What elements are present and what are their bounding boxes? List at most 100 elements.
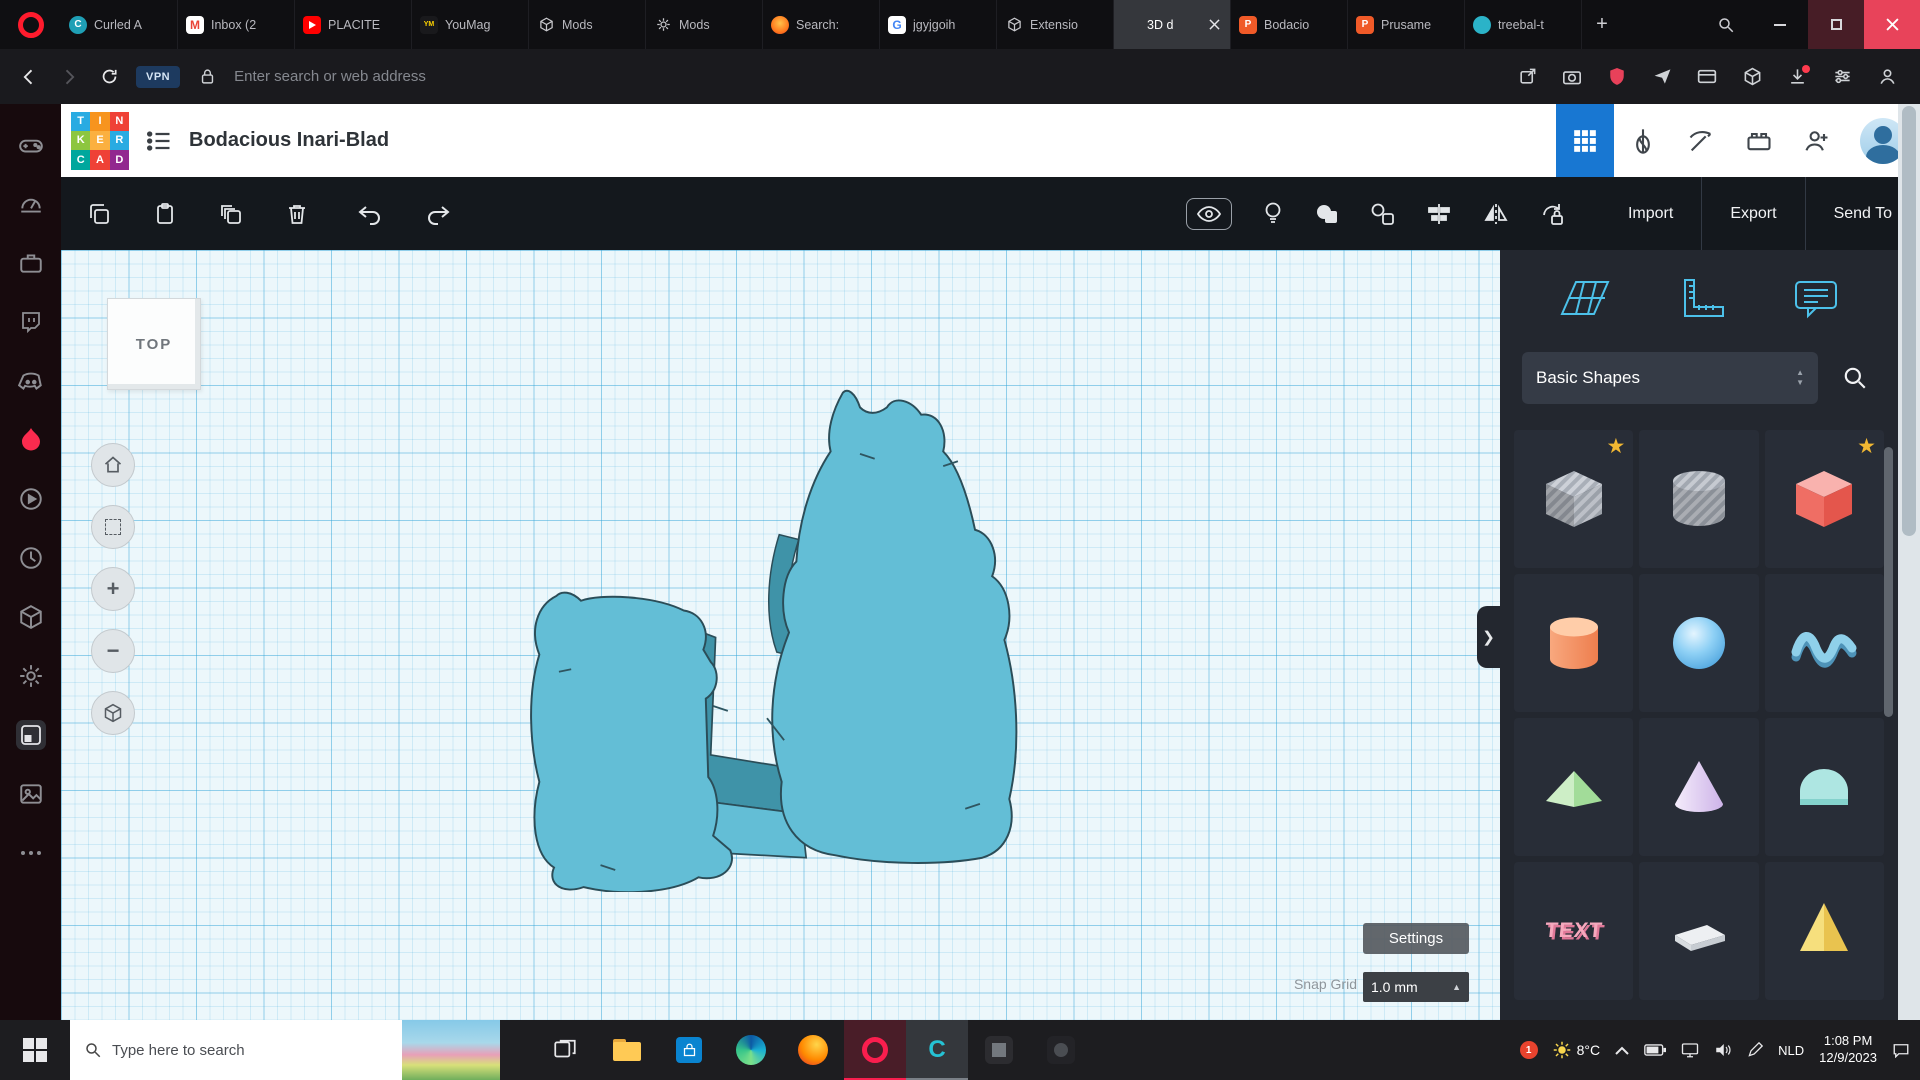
file-explorer-icon[interactable] [596, 1020, 658, 1080]
tab-bodacious[interactable]: P Bodacio [1231, 0, 1348, 49]
gamepad-icon[interactable] [16, 130, 46, 160]
tab-jgyjgoih[interactable]: Gjgyjgoih [880, 0, 997, 49]
show-all-eye-button[interactable] [1185, 197, 1232, 230]
design-menu-list-icon[interactable] [145, 127, 173, 155]
workplane-lock-icon[interactable] [1540, 201, 1566, 227]
settings-button[interactable]: Settings [1363, 923, 1469, 954]
vpn-badge[interactable]: VPN [136, 65, 181, 88]
tab-extensions[interactable]: Extensio [997, 0, 1114, 49]
shape-tile-pyramid-yellow[interactable] [1764, 862, 1884, 1000]
gx-corner-flame-icon[interactable] [16, 425, 46, 455]
group-icon[interactable] [1314, 202, 1340, 226]
forward-icon[interactable] [56, 64, 82, 90]
cura-app-icon[interactable]: C [906, 1020, 968, 1080]
edge-browser-icon[interactable] [720, 1020, 782, 1080]
task-view-icon[interactable] [534, 1020, 596, 1080]
network-icon[interactable] [1681, 1042, 1699, 1058]
panel-collapse-handle[interactable]: ❯ [1477, 606, 1500, 668]
language-indicator[interactable]: NLD [1778, 1043, 1804, 1058]
panel-scrollbar-thumb[interactable] [1884, 447, 1893, 717]
lock-icon[interactable] [194, 64, 220, 90]
tab-3d-design-active[interactable]: 3D d [1114, 0, 1231, 49]
weather-widget[interactable]: 8°C [1553, 1041, 1600, 1059]
profile-icon[interactable] [1874, 64, 1900, 90]
lego-brick-icon[interactable] [1730, 104, 1788, 177]
notes-tool-icon[interactable] [1790, 276, 1842, 320]
tab-gmail-inbox[interactable]: M Inbox (2 [178, 0, 295, 49]
action-center-icon[interactable] [1892, 1042, 1910, 1058]
design-canvas[interactable]: TOP + − Settings Snap Grid 1.0 mm ▲ [61, 250, 1500, 1020]
tab-prusament[interactable]: P Prusame [1348, 0, 1465, 49]
microsoft-store-icon[interactable] [658, 1020, 720, 1080]
tab-youmag[interactable]: YM YouMag [412, 0, 529, 49]
clock-widget[interactable]: 1:08 PM 12/9/2023 [1819, 1033, 1877, 1067]
firefox-browser-icon[interactable] [782, 1020, 844, 1080]
simlab-mixer-icon[interactable] [1614, 104, 1672, 177]
tray-expand-chevron-icon[interactable] [1615, 1046, 1629, 1055]
export-button[interactable]: Export [1701, 177, 1804, 250]
window-close-button[interactable] [1864, 0, 1920, 49]
shape-tile-box-red[interactable]: ★ [1764, 430, 1884, 568]
window-maximize-button[interactable] [1808, 0, 1864, 49]
page-scrollbar-thumb[interactable] [1902, 106, 1916, 536]
light-bulb-icon[interactable] [1262, 201, 1284, 227]
shape-tile-scribble[interactable] [1764, 574, 1884, 712]
app-icon-dark-1[interactable] [968, 1020, 1030, 1080]
duplicate-icon[interactable] [219, 202, 243, 226]
view-cube-top[interactable]: TOP [107, 298, 201, 390]
snap-grid-dropdown[interactable]: 1.0 mm ▲ [1363, 972, 1469, 1002]
zoom-in-button[interactable]: + [91, 567, 135, 611]
shape-tile-box-striped[interactable]: ★ [1514, 430, 1634, 568]
shape-tile-pyramid-green[interactable] [1514, 718, 1634, 856]
player-play-icon[interactable] [16, 484, 46, 514]
search-highlight-image[interactable] [402, 1020, 500, 1080]
paste-icon[interactable] [153, 202, 177, 226]
tab-search-icon[interactable] [1700, 0, 1752, 49]
blocks-view-button[interactable] [1556, 104, 1614, 177]
invite-person-icon[interactable] [1788, 104, 1846, 177]
app-icon-dark-2[interactable] [1030, 1020, 1092, 1080]
workplane-tool-icon[interactable] [1556, 276, 1614, 320]
taskbar-search-input[interactable] [112, 1041, 342, 1059]
shape-tile-round-roof[interactable] [1764, 718, 1884, 856]
undo-icon[interactable] [357, 202, 383, 226]
fit-view-button[interactable] [91, 505, 135, 549]
mirror-flip-icon[interactable] [1482, 202, 1510, 226]
tab-mods-1[interactable]: Mods [529, 0, 646, 49]
wallet-icon[interactable] [1694, 64, 1720, 90]
history-clock-icon[interactable] [16, 543, 46, 573]
notification-badge[interactable]: 1 [1519, 1041, 1538, 1059]
minecraft-pickaxe-icon[interactable] [1672, 104, 1730, 177]
shape-tile-sphere[interactable] [1639, 574, 1759, 712]
ungroup-icon[interactable] [1370, 202, 1396, 226]
shape-tile-polygon-flat[interactable] [1639, 862, 1759, 1000]
discord-icon[interactable] [16, 366, 46, 396]
settings-gear-icon[interactable] [16, 661, 46, 691]
shape-tile-text[interactable]: TEXT [1514, 862, 1634, 1000]
reload-icon[interactable] [96, 64, 122, 90]
twitch-icon[interactable] [16, 307, 46, 337]
home-view-button[interactable] [91, 443, 135, 487]
booster-gauge-icon[interactable] [16, 189, 46, 219]
address-input[interactable] [234, 68, 1500, 85]
tinkercad-logo[interactable]: T I N K E R C A D [71, 111, 129, 170]
perspective-toggle-button[interactable] [91, 691, 135, 735]
delete-icon[interactable] [285, 202, 309, 226]
share-page-icon[interactable] [1514, 64, 1540, 90]
shape-category-dropdown[interactable]: Basic Shapes ▲ ▼ [1522, 352, 1818, 404]
opera-logo[interactable] [0, 0, 61, 49]
photos-image-icon[interactable] [16, 779, 46, 809]
align-icon[interactable] [1426, 202, 1452, 226]
zoom-out-button[interactable]: − [91, 629, 135, 673]
easy-setup-sliders-icon[interactable] [1829, 64, 1855, 90]
page-scrollbar[interactable] [1898, 104, 1920, 1020]
3d-model-cat-cookie-cutter[interactable] [527, 378, 1029, 892]
copy-icon[interactable] [87, 202, 111, 226]
back-icon[interactable] [16, 64, 42, 90]
adblock-shield-icon[interactable] [1604, 64, 1630, 90]
sidebar-more-dots-icon[interactable] [16, 838, 46, 868]
volume-icon[interactable] [1714, 1042, 1732, 1058]
shape-tile-cone[interactable] [1639, 718, 1759, 856]
window-minimize-button[interactable] [1752, 0, 1808, 49]
downloads-icon[interactable] [1784, 64, 1810, 90]
